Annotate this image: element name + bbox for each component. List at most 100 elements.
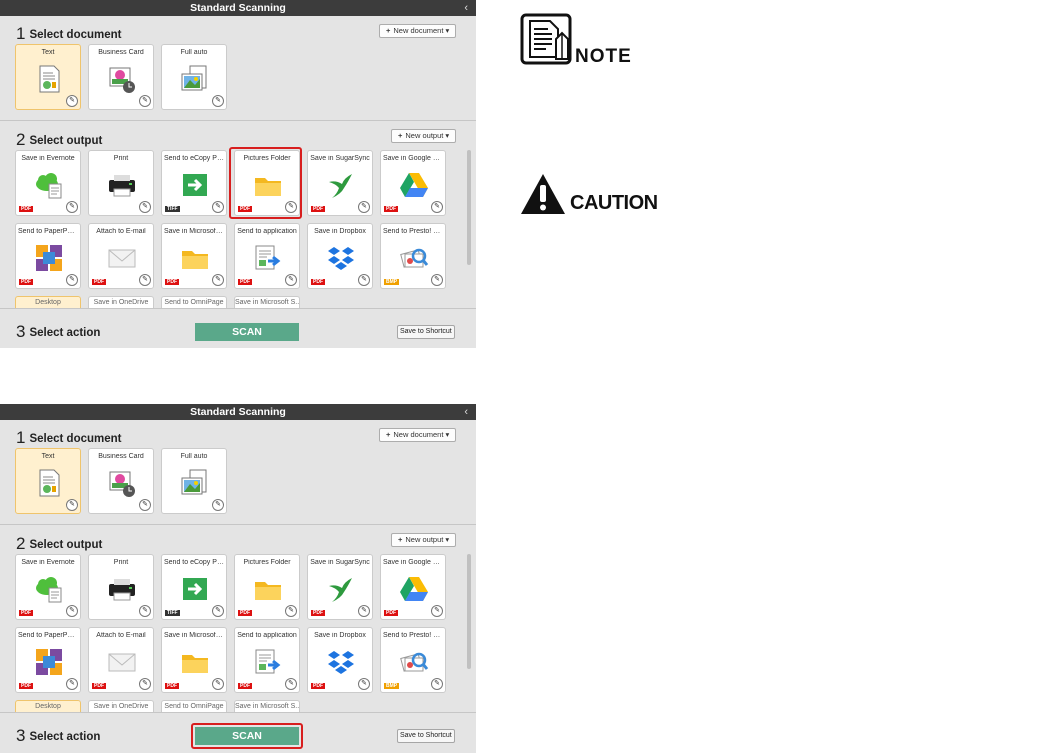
edit-pencil-icon[interactable]: ✎ bbox=[66, 201, 78, 213]
tile-send-to-application[interactable]: Send to application PDF ✎ bbox=[234, 627, 300, 693]
caution-triangle-icon bbox=[521, 174, 565, 214]
tile-print[interactable]: Print ✎ bbox=[88, 150, 154, 216]
tile-pictures-folder[interactable]: Pictures Folder PDF ✎ bbox=[234, 150, 300, 216]
edit-pencil-icon[interactable]: ✎ bbox=[285, 605, 297, 617]
edit-pencil-icon[interactable]: ✎ bbox=[66, 95, 78, 107]
text-doc-icon bbox=[34, 468, 64, 498]
partial-output-tile[interactable]: Desktop bbox=[15, 296, 81, 308]
text-doc-icon bbox=[34, 64, 64, 94]
partial-output-tile[interactable]: Save in Microsoft S... bbox=[234, 296, 300, 308]
chevron-left-icon[interactable]: ‹ bbox=[464, 404, 468, 420]
new-output-button[interactable]: + New output ▾ bbox=[391, 533, 457, 547]
tile-business-card[interactable]: Business Card ✎ bbox=[88, 44, 154, 110]
edit-pencil-icon[interactable]: ✎ bbox=[285, 274, 297, 286]
edit-pencil-icon[interactable]: ✎ bbox=[66, 499, 78, 511]
section-select-action: 3 Select action bbox=[16, 726, 101, 745]
tile-label: Send to Presto! Biz... bbox=[383, 632, 443, 639]
save-to-shortcut-button[interactable]: Save to Shortcut bbox=[397, 729, 455, 743]
format-badge: PDF bbox=[311, 683, 325, 689]
edit-pencil-icon[interactable]: ✎ bbox=[285, 201, 297, 213]
tile-print[interactable]: Print ✎ bbox=[88, 554, 154, 620]
section-select-document: 1 Select document bbox=[16, 24, 122, 43]
partial-output-tile[interactable]: Desktop bbox=[15, 700, 81, 712]
tile-label: Pictures Folder bbox=[243, 155, 291, 162]
tile-label: Attach to E-mail bbox=[96, 632, 146, 639]
tile-text[interactable]: Text ✎ bbox=[15, 44, 81, 110]
edit-pencil-icon[interactable]: ✎ bbox=[212, 201, 224, 213]
edit-pencil-icon[interactable]: ✎ bbox=[358, 678, 370, 690]
partial-output-tile[interactable]: Send to OmniPage bbox=[161, 700, 227, 712]
chevron-left-icon[interactable]: ‹ bbox=[464, 0, 468, 16]
tile-send-to-presto-biz[interactable]: Send to Presto! Biz... BMP ✎ bbox=[380, 627, 446, 693]
tile-business-card[interactable]: Business Card ✎ bbox=[88, 448, 154, 514]
edit-pencil-icon[interactable]: ✎ bbox=[431, 678, 443, 690]
edit-pencil-icon[interactable]: ✎ bbox=[139, 95, 151, 107]
tile-label: Save in SugarSync bbox=[310, 559, 370, 566]
edit-pencil-icon[interactable]: ✎ bbox=[431, 274, 443, 286]
partial-output-tile[interactable]: Send to OmniPage bbox=[161, 296, 227, 308]
tile-send-to-ecopy-pd[interactable]: Send to eCopy PD... TIFF ✎ bbox=[161, 150, 227, 216]
tile-pictures-folder[interactable]: Pictures Folder PDF ✎ bbox=[234, 554, 300, 620]
edit-pencil-icon[interactable]: ✎ bbox=[212, 605, 224, 617]
new-output-button[interactable]: + New output ▾ bbox=[391, 129, 457, 143]
format-badge: TIFF bbox=[165, 206, 180, 212]
google-drive-icon bbox=[399, 170, 429, 200]
partial-output-tile[interactable]: Save in Microsoft S... bbox=[234, 700, 300, 712]
edit-pencil-icon[interactable]: ✎ bbox=[139, 201, 151, 213]
tile-send-to-presto-biz[interactable]: Send to Presto! Biz... BMP ✎ bbox=[380, 223, 446, 289]
edit-pencil-icon[interactable]: ✎ bbox=[212, 95, 224, 107]
new-document-button[interactable]: + New document ▾ bbox=[379, 428, 457, 442]
tile-full-auto[interactable]: Full auto ✎ bbox=[161, 44, 227, 110]
scan-button[interactable]: SCAN bbox=[195, 323, 299, 341]
tile-label: Text bbox=[41, 453, 55, 460]
tile-save-in-google-dri[interactable]: Save in Google Dri... PDF ✎ bbox=[380, 150, 446, 216]
tile-text[interactable]: Text ✎ bbox=[15, 448, 81, 514]
edit-pencil-icon[interactable]: ✎ bbox=[139, 274, 151, 286]
edit-pencil-icon[interactable]: ✎ bbox=[285, 678, 297, 690]
tile-send-to-ecopy-pd[interactable]: Send to eCopy PD... TIFF ✎ bbox=[161, 554, 227, 620]
edit-pencil-icon[interactable]: ✎ bbox=[431, 605, 443, 617]
edit-pencil-icon[interactable]: ✎ bbox=[431, 201, 443, 213]
tile-save-in-evernote[interactable]: Save in Evernote PDF ✎ bbox=[15, 150, 81, 216]
new-document-button[interactable]: + New document ▾ bbox=[379, 24, 457, 38]
tile-save-in-microsoft-s[interactable]: Save in Microsoft S... PDF ✎ bbox=[161, 223, 227, 289]
format-badge: PDF bbox=[19, 610, 33, 616]
send-to-app-icon bbox=[253, 243, 283, 273]
tile-label: Save in Microsoft S... bbox=[164, 632, 224, 639]
output-scrollbar[interactable] bbox=[467, 150, 471, 265]
tile-save-in-dropbox[interactable]: Save in Dropbox PDF ✎ bbox=[307, 627, 373, 693]
tile-save-in-dropbox[interactable]: Save in Dropbox PDF ✎ bbox=[307, 223, 373, 289]
edit-pencil-icon[interactable]: ✎ bbox=[139, 678, 151, 690]
tile-save-in-microsoft-s[interactable]: Save in Microsoft S... PDF ✎ bbox=[161, 627, 227, 693]
folder-icon bbox=[253, 170, 283, 200]
tile-send-to-application[interactable]: Send to application PDF ✎ bbox=[234, 223, 300, 289]
scan-button[interactable]: SCAN bbox=[195, 727, 299, 745]
edit-pencil-icon[interactable]: ✎ bbox=[212, 274, 224, 286]
tile-send-to-paperport[interactable]: Send to PaperPort ... PDF ✎ bbox=[15, 223, 81, 289]
tile-save-in-evernote[interactable]: Save in Evernote PDF ✎ bbox=[15, 554, 81, 620]
edit-pencil-icon[interactable]: ✎ bbox=[66, 605, 78, 617]
tile-full-auto[interactable]: Full auto ✎ bbox=[161, 448, 227, 514]
tile-save-in-sugarsync[interactable]: Save in SugarSync PDF ✎ bbox=[307, 554, 373, 620]
tile-send-to-paperport[interactable]: Send to PaperPort ... PDF ✎ bbox=[15, 627, 81, 693]
edit-pencil-icon[interactable]: ✎ bbox=[212, 499, 224, 511]
edit-pencil-icon[interactable]: ✎ bbox=[358, 274, 370, 286]
presto-biz-icon bbox=[399, 647, 429, 677]
edit-pencil-icon[interactable]: ✎ bbox=[66, 678, 78, 690]
save-to-shortcut-button[interactable]: Save to Shortcut bbox=[397, 325, 455, 339]
tile-save-in-sugarsync[interactable]: Save in SugarSync PDF ✎ bbox=[307, 150, 373, 216]
edit-pencil-icon[interactable]: ✎ bbox=[139, 605, 151, 617]
output-scrollbar[interactable] bbox=[467, 554, 471, 669]
evernote-cloud-icon bbox=[34, 170, 64, 200]
tile-attach-to-e-mail[interactable]: Attach to E-mail PDF ✎ bbox=[88, 627, 154, 693]
format-badge: PDF bbox=[384, 610, 398, 616]
tile-save-in-google-dri[interactable]: Save in Google Dri... PDF ✎ bbox=[380, 554, 446, 620]
tile-attach-to-e-mail[interactable]: Attach to E-mail PDF ✎ bbox=[88, 223, 154, 289]
edit-pencil-icon[interactable]: ✎ bbox=[66, 274, 78, 286]
edit-pencil-icon[interactable]: ✎ bbox=[139, 499, 151, 511]
edit-pencil-icon[interactable]: ✎ bbox=[358, 605, 370, 617]
partial-output-tile[interactable]: Save in OneDrive bbox=[88, 296, 154, 308]
partial-output-tile[interactable]: Save in OneDrive bbox=[88, 700, 154, 712]
edit-pencil-icon[interactable]: ✎ bbox=[212, 678, 224, 690]
edit-pencil-icon[interactable]: ✎ bbox=[358, 201, 370, 213]
